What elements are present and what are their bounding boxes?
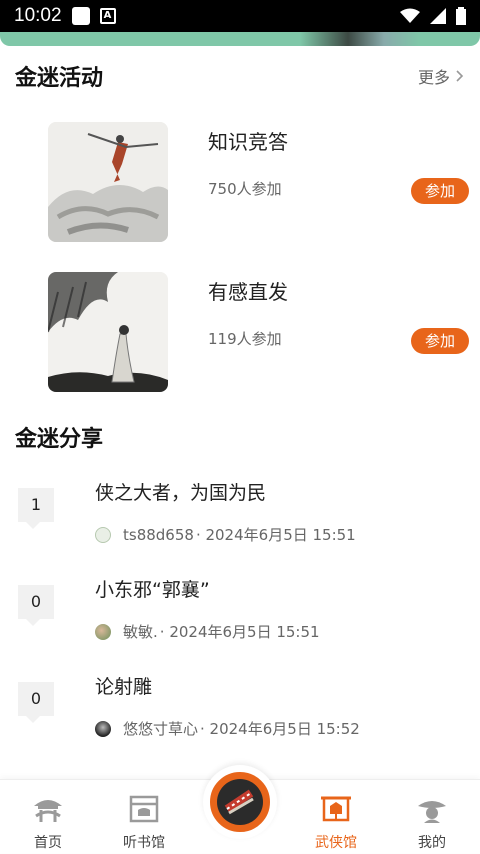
activity-item[interactable]: 有感直发 119人参加 参加: [0, 272, 480, 392]
wuxia-hall-icon: [321, 796, 351, 822]
tab-label: 武侠馆: [315, 835, 357, 851]
signal-icon: [430, 8, 446, 24]
activity-participant-count: 119人参加: [208, 330, 282, 348]
status-bar: 10:02 A: [0, 0, 480, 32]
share-title: 小东邪“郭襄”: [95, 579, 210, 601]
center-button-ring: [207, 769, 273, 835]
author-name: 敏敏.: [123, 623, 158, 641]
battery-icon: [456, 7, 466, 25]
activity-title: 知识竞答: [208, 130, 288, 154]
share-meta: 敏敏. · 2024年6月5日 15:51: [95, 621, 320, 642]
join-button[interactable]: 参加: [411, 328, 469, 354]
more-link[interactable]: 更多: [418, 64, 464, 88]
share-item[interactable]: 1 侠之大者，为国为民 ts88d658 · 2024年6月5日 15:51: [0, 482, 480, 584]
center-button-core: [217, 779, 263, 825]
tab-mine[interactable]: 我的: [387, 780, 477, 854]
a-notification-icon: A: [99, 8, 116, 24]
avatar: [95, 623, 111, 640]
share-meta: 悠悠寸草心 · 2024年6月5日 15:52: [95, 718, 360, 739]
avatar: [95, 526, 111, 543]
comment-count-badge: 0: [18, 585, 54, 626]
comment-count-badge: 0: [18, 682, 54, 723]
join-button[interactable]: 参加: [411, 178, 469, 204]
profile-hat-icon: [418, 801, 446, 823]
post-time: · 2024年6月5日 15:51: [195, 526, 356, 544]
activity-item[interactable]: 知识竞答 750人参加 参加: [0, 122, 480, 242]
tab-label: 我的: [418, 835, 446, 851]
activity-title: 有感直发: [208, 280, 288, 304]
share-item[interactable]: 0 论射雕 悠悠寸草心 · 2024年6月5日 15:52: [0, 676, 480, 778]
comment-count-badge: 1: [18, 488, 54, 529]
author-name: 悠悠寸草心: [123, 720, 199, 738]
top-banner[interactable]: [0, 32, 480, 46]
more-label: 更多: [417, 68, 450, 87]
tab-wuxia-hall[interactable]: 武侠馆: [291, 780, 381, 854]
tab-audiobook[interactable]: 听书馆: [99, 780, 189, 854]
share-section-title: 金迷分享: [15, 427, 104, 452]
share-title: 论射雕: [95, 676, 153, 698]
status-time: 10:02: [14, 5, 62, 26]
scroll-icon: [224, 789, 254, 815]
avatar: [95, 720, 111, 737]
tab-label: 首页: [34, 835, 62, 851]
share-item[interactable]: 0 小东邪“郭襄” 敏敏. · 2024年6月5日 15:51: [0, 579, 480, 681]
tab-home[interactable]: 首页: [3, 780, 93, 854]
share-title: 侠之大者，为国为民: [95, 482, 267, 504]
tab-label: 听书馆: [123, 835, 165, 851]
wifi-icon: [400, 8, 420, 23]
center-feature-button[interactable]: [203, 765, 277, 839]
post-time: · 2024年6月5日 15:51: [159, 623, 320, 641]
post-time: · 2024年6月5日 15:52: [200, 720, 360, 738]
share-meta: ts88d658 · 2024年6月5日 15:51: [95, 524, 356, 545]
chevron-right-icon: [456, 70, 464, 82]
activity-participant-count: 750人参加: [208, 180, 282, 198]
author-name: ts88d658: [123, 525, 194, 544]
notification-icon: [71, 7, 90, 25]
home-pavilion-icon: [34, 800, 62, 822]
audiobook-hall-icon: [129, 795, 159, 823]
activity-thumbnail: [48, 272, 168, 392]
activity-thumbnail: [48, 122, 168, 242]
activities-section-title: 金迷活动: [15, 66, 104, 91]
